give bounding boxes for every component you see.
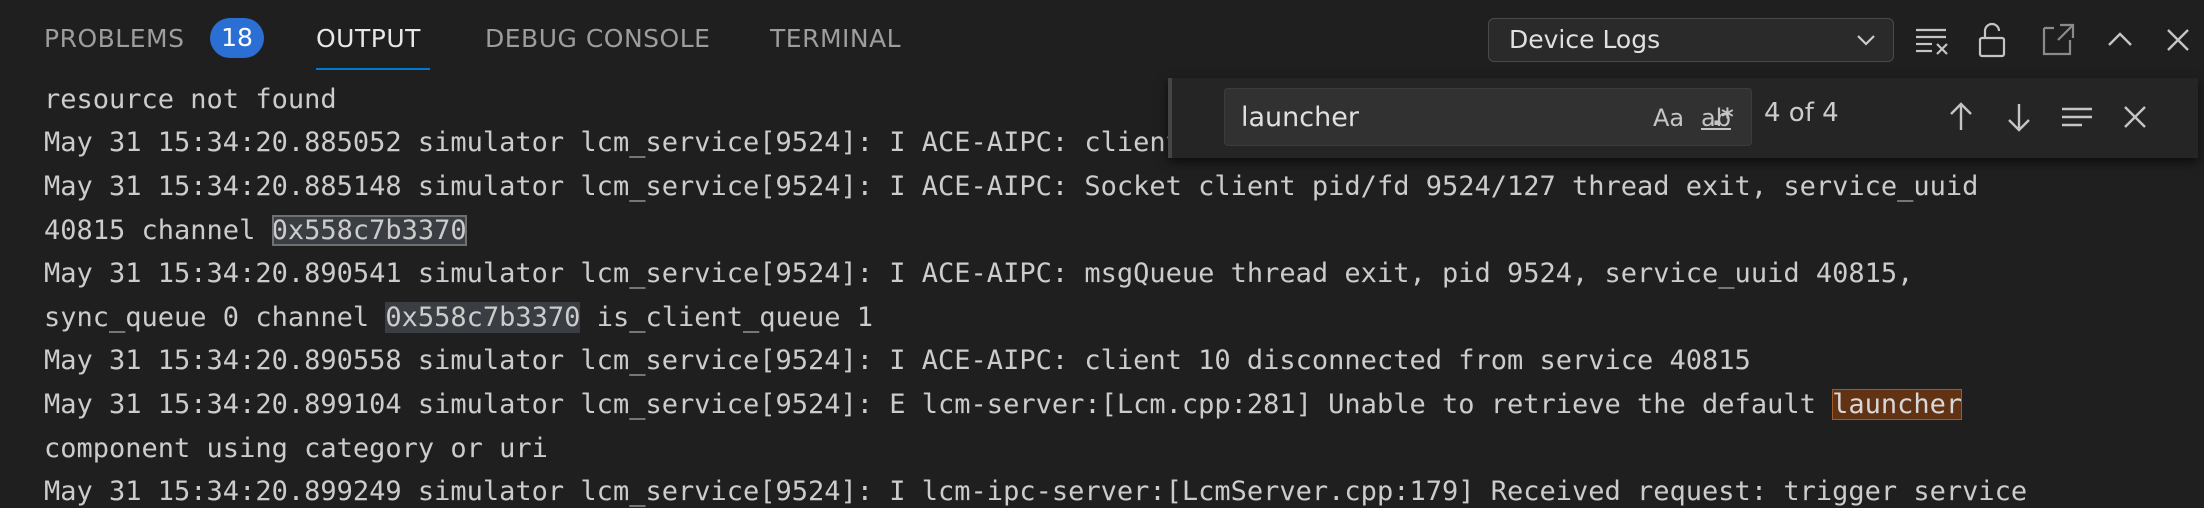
output-channel-value: Device Logs [1509,25,1661,54]
maximize-panel-icon[interactable] [2100,20,2140,60]
log-line: May 31 15:34:20.899249 simulator lcm_ser… [44,476,2028,507]
selection-highlight: 0x558c7b3370 [385,302,581,333]
log-line: component using category or uri [44,433,548,464]
tab-problems[interactable]: PROBLEMS [44,22,184,56]
problems-count-badge: 18 [210,18,264,58]
find-input[interactable] [1239,95,1583,139]
find-widget: Aa ab .* 4 of 4 [1168,78,2198,158]
find-input-box: Aa ab [1224,88,1752,146]
match-count: 4 of 4 [1764,98,1839,128]
tab-terminal[interactable]: TERMINAL [770,22,901,56]
next-match-icon[interactable] [2000,98,2038,136]
match-case-toggle[interactable]: Aa [1653,101,1684,135]
log-line: May 31 15:34:20.885148 simulator lcm_ser… [44,171,1979,202]
output-channel-select[interactable]: Device Logs [1488,18,1894,62]
log-line: sync_queue 0 channel 0x558c7b3370 is_cli… [44,296,873,340]
chevron-down-icon [1857,35,1875,46]
log-line: May 31 15:34:20.890541 simulator lcm_ser… [44,258,1914,289]
close-panel-icon[interactable] [2158,20,2198,60]
close-find-icon[interactable] [2116,98,2154,136]
open-in-editor-icon[interactable] [2038,20,2078,60]
log-text: sync_queue 0 channel [44,302,386,333]
tab-debug-console[interactable]: DEBUG CONSOLE [485,22,710,56]
selection-highlight: 0x558c7b3370 [271,215,467,246]
log-line: resource not found [44,84,337,115]
log-line: May 31 15:34:20.890558 simulator lcm_ser… [44,345,1751,376]
log-line: May 31 15:34:20.899104 simulator lcm_ser… [44,383,1963,427]
log-text: May 31 15:34:20.899104 simulator lcm_ser… [44,389,1833,420]
unlock-scroll-icon[interactable] [1972,20,2012,60]
clear-output-icon[interactable] [1912,20,1952,60]
log-text: is_client_queue 1 [580,302,874,333]
log-line: 40815 channel 0x558c7b3370 [44,209,467,253]
find-in-selection-icon[interactable] [2058,98,2096,136]
log-text: 40815 channel [44,215,272,246]
panel-tab-bar: PROBLEMS 18 OUTPUT DEBUG CONSOLE TERMINA… [0,0,2204,78]
previous-match-icon[interactable] [1942,98,1980,136]
tab-output[interactable]: OUTPUT [316,22,421,56]
regex-toggle[interactable]: .* [1712,100,1734,134]
find-match-highlight: launcher [1832,389,1963,420]
active-tab-indicator [316,68,430,70]
